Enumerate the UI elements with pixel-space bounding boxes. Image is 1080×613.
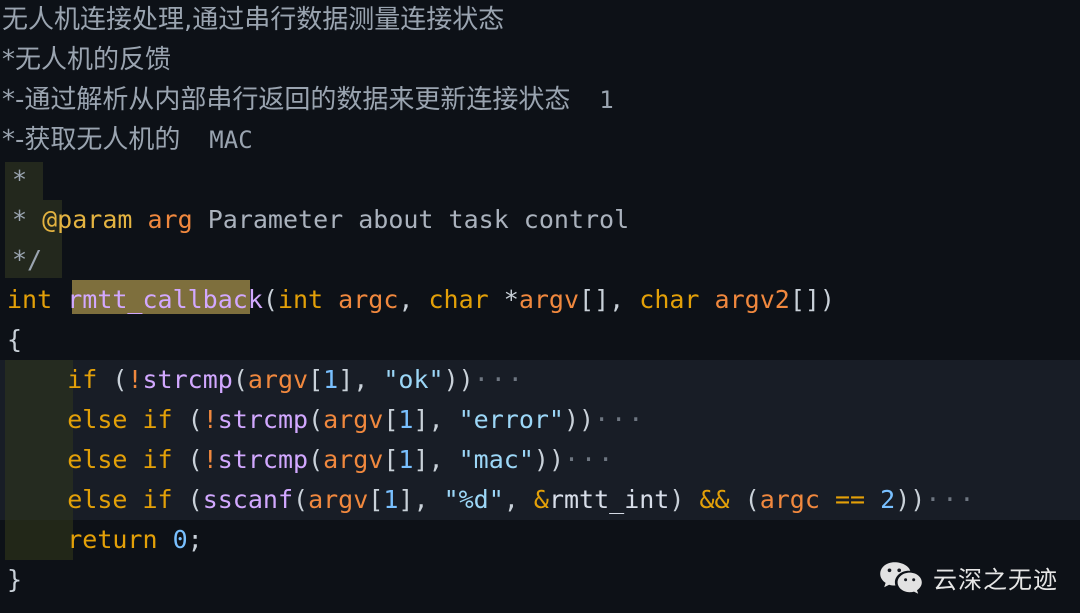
arg-argv: argv (323, 405, 384, 434)
doc-param-description: Parameter about task control (207, 205, 630, 234)
code-line-2[interactable]: *无人机的反馈 (2, 40, 1080, 80)
folded-code-indicator[interactable]: ··· (564, 445, 615, 474)
code-line-3[interactable]: *-通过解析从内部串行返回的数据来更新连接状态 1 (2, 80, 1080, 120)
folded-code-indicator[interactable]: ··· (474, 365, 525, 394)
code-line-12[interactable]: else if (!strcmp(argv[1], "mac"))··· (7, 440, 1080, 480)
arg-argv: argv (308, 485, 369, 514)
format-string-literal: "%d" (443, 485, 504, 514)
keyword-else-if: else if (67, 445, 173, 474)
comment-text: *-获取无人机的 (2, 125, 181, 155)
semicolon: ; (187, 525, 203, 554)
string-literal: "error" (458, 405, 564, 434)
comment-star: * (12, 205, 28, 234)
string-literal: "mac" (458, 445, 534, 474)
arg-argc: argc (759, 485, 820, 514)
code-line-7[interactable]: */ (12, 240, 1080, 280)
comment-text: *无人机的反馈 (2, 45, 172, 75)
code-line-4[interactable]: *-获取无人机的 MAC (2, 120, 1080, 160)
equality-operator: == (834, 485, 866, 514)
wechat-icon (879, 561, 923, 595)
logical-and-operator: && (699, 485, 730, 514)
call-strcmp: strcmp (217, 445, 309, 474)
arg-argv: argv (323, 445, 384, 474)
variable-rmtt-int: rmtt_int (548, 485, 670, 514)
string-literal: "ok" (383, 365, 444, 394)
comment-text: *-通过解析从内部串行返回的数据来更新连接状态 (2, 85, 571, 115)
code-line-5[interactable]: * (12, 160, 1080, 200)
comment-text: 无人机连接处理,通过串行数据测量连接状态 (2, 5, 505, 35)
code-line-6[interactable]: * @param arg Parameter about task contro… (12, 200, 1080, 240)
array-index: 1 (323, 365, 339, 394)
code-line-14[interactable]: return 0; (7, 520, 1080, 560)
comment-close: */ (12, 245, 43, 274)
keyword-return: return (67, 525, 158, 554)
call-strcmp: strcmp (142, 365, 233, 394)
return-type: int (7, 285, 53, 314)
code-line-10[interactable]: if (!strcmp(argv[1], "ok"))··· (7, 360, 1080, 400)
array-index: 1 (398, 445, 414, 474)
arg-argv: argv (247, 365, 309, 394)
code-line-1[interactable]: 无人机连接处理,通过串行数据测量连接状态 (2, 0, 1080, 40)
return-value: 0 (172, 525, 188, 554)
keyword-if: if (67, 365, 98, 394)
doc-param-name: arg (147, 205, 193, 234)
comment-trailing-value: MAC (209, 126, 253, 154)
watermark-text: 云深之无迹 (933, 566, 1058, 594)
folded-code-indicator[interactable]: ··· (925, 485, 976, 514)
code-editor[interactable]: 无人机连接处理,通过串行数据测量连接状态 *无人机的反馈 *-通过解析从内部串行… (0, 0, 1080, 613)
doc-tag-param: @param (42, 205, 133, 234)
keyword-else-if: else if (67, 405, 173, 434)
number-literal: 2 (880, 485, 896, 514)
comment-star: * (12, 165, 28, 194)
function-name[interactable]: rmtt_callback (67, 285, 263, 314)
call-sscanf: sscanf (202, 485, 293, 514)
address-of-operator: & (533, 485, 549, 514)
code-line-9[interactable]: { (7, 320, 1080, 360)
watermark: 云深之无迹 (879, 560, 1058, 595)
array-index: 1 (383, 485, 399, 514)
code-line-13[interactable]: else if (sscanf(argv[1], "%d", &rmtt_int… (7, 480, 1080, 520)
array-index: 1 (398, 405, 414, 434)
comment-trailing-value: 1 (599, 86, 614, 114)
open-brace: { (7, 325, 23, 354)
code-line-11[interactable]: else if (!strcmp(argv[1], "error"))··· (7, 400, 1080, 440)
code-line-8[interactable]: int rmtt_callback(int argc, char *argv[]… (7, 280, 1080, 320)
keyword-else-if: else if (67, 485, 173, 514)
close-brace: } (7, 565, 23, 594)
call-strcmp: strcmp (217, 405, 309, 434)
folded-code-indicator[interactable]: ··· (594, 405, 645, 434)
